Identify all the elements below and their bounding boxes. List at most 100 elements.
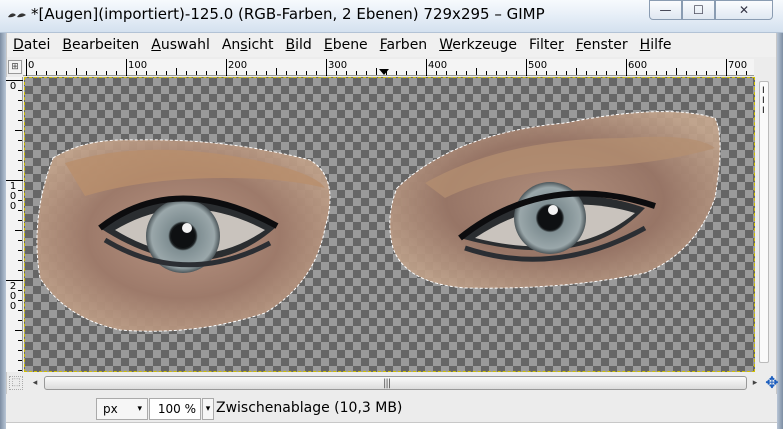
menu-label-post: earbeiten xyxy=(71,37,140,53)
ruler-minor-tick xyxy=(18,150,22,151)
vertical-ruler[interactable]: 0 1 0 0 2 0 0 xyxy=(6,77,23,372)
ruler-minor-tick xyxy=(436,71,437,75)
navigate-button[interactable]: ✥ xyxy=(763,374,781,392)
ruler-label-v: 1 0 0 xyxy=(9,181,17,212)
ruler-minor-tick xyxy=(656,71,657,75)
ruler-minor-tick xyxy=(246,71,247,75)
ruler-minor-tick xyxy=(336,71,337,75)
vertical-scrollbar[interactable]: I I I xyxy=(756,77,773,372)
menu-label-post: erkzeuge xyxy=(452,37,518,53)
vertical-scroll-thumb[interactable]: I I I xyxy=(759,81,769,363)
menu-label-post: enster xyxy=(583,37,628,53)
ruler-minor-tick xyxy=(466,71,467,75)
ruler-minor-tick xyxy=(18,90,22,91)
ruler-minor-tick xyxy=(316,71,317,75)
ruler-tick xyxy=(326,59,327,76)
ruler-pointer-marker xyxy=(379,69,389,75)
ruler-minor-tick xyxy=(156,71,157,75)
menu-item-ansicht[interactable]: Ansicht xyxy=(222,37,274,53)
ruler-minor-tick xyxy=(586,71,587,75)
ruler-minor-tick xyxy=(346,71,347,75)
scroll-right-button[interactable]: ▸ xyxy=(749,377,761,389)
ruler-label-h: 0 xyxy=(28,60,35,71)
ruler-label-h: 400 xyxy=(428,60,448,71)
menu-accelerator: B xyxy=(285,37,296,53)
menu-item-datei[interactable]: Datei xyxy=(13,37,50,53)
horizontal-ruler[interactable]: 0 100 200 300 400 500 600 700 xyxy=(23,59,754,76)
ruler-minor-tick xyxy=(256,71,257,75)
ruler-minor-tick xyxy=(18,220,22,221)
ruler-minor-tick xyxy=(506,71,507,75)
menu-accelerator: F xyxy=(575,37,584,53)
right-eye xyxy=(389,111,721,289)
ruler-minor-tick xyxy=(236,71,237,75)
ruler-minor-tick xyxy=(18,210,22,211)
ruler-minor-tick xyxy=(596,71,597,75)
maximize-button[interactable]: ☐ xyxy=(682,0,715,20)
ruler-label-h: 700 xyxy=(728,60,748,71)
horizontal-scroll-row: ⬚ ◂ ||| ▸ ✥ xyxy=(6,373,779,393)
ruler-tick xyxy=(426,59,427,76)
ruler-minor-tick xyxy=(18,250,22,251)
ruler-minor-tick xyxy=(15,130,22,131)
zoom-dropdown-button[interactable]: ▾ xyxy=(202,398,214,420)
ruler-minor-tick xyxy=(396,71,397,75)
ruler-minor-tick xyxy=(186,71,187,75)
ruler-minor-tick xyxy=(86,71,87,75)
menu-accelerator: H xyxy=(639,37,651,53)
ruler-minor-tick xyxy=(616,71,617,75)
menu-item-bearbeiten[interactable]: Bearbeiten xyxy=(62,37,139,53)
quick-mask-toggle[interactable]: ⬚ xyxy=(9,376,23,390)
ruler-minor-tick xyxy=(15,330,22,331)
minimize-button[interactable]: — xyxy=(649,0,682,20)
ruler-label-h: 200 xyxy=(228,60,248,71)
menu-item-filter[interactable]: Filter xyxy=(529,37,564,53)
ruler-tick xyxy=(726,59,727,76)
quick-mask-icon: ⬚ xyxy=(11,377,21,388)
unit-select[interactable]: px ▾ xyxy=(96,398,148,420)
menu-item-fenster[interactable]: Fenster xyxy=(576,37,628,53)
ruler-minor-tick xyxy=(496,71,497,75)
menu-item-ebene[interactable]: Ebene xyxy=(324,37,368,53)
scroll-right-icon: ▸ xyxy=(752,378,758,388)
minimize-icon: — xyxy=(659,3,672,17)
ruler-minor-tick xyxy=(676,68,677,75)
scroll-left-button[interactable]: ◂ xyxy=(29,377,41,389)
menu-item-hilfe[interactable]: Hilfe xyxy=(640,37,672,53)
menu-item-auswahl[interactable]: Auswahl xyxy=(151,37,210,53)
menu-item-farben[interactable]: Farben xyxy=(380,37,428,53)
zoom-input[interactable]: 100 % xyxy=(149,398,201,420)
ruler-tick xyxy=(126,59,127,76)
ruler-tick xyxy=(626,59,627,76)
ruler-minor-tick xyxy=(76,68,77,75)
ruler-minor-tick xyxy=(146,71,147,75)
ruler-minor-tick xyxy=(46,71,47,75)
ruler-minor-tick xyxy=(736,71,737,75)
left-eye xyxy=(36,139,331,332)
ruler-minor-tick xyxy=(18,360,22,361)
ruler-minor-tick xyxy=(706,71,707,75)
scroll-left-icon: ◂ xyxy=(32,378,38,388)
ruler-minor-tick xyxy=(576,68,577,75)
ruler-minor-tick xyxy=(486,71,487,75)
menu-accelerator: W xyxy=(439,37,453,53)
ruler-minor-tick xyxy=(18,290,22,291)
menu-item-werkzeuge[interactable]: Werkzeuge xyxy=(439,37,517,53)
ruler-minor-tick xyxy=(416,71,417,75)
menu-label-post: icht xyxy=(247,37,274,53)
menu-label-post: uswahl xyxy=(160,37,210,53)
menu-label-pre: Filte xyxy=(529,37,558,53)
unit-value: px xyxy=(103,402,118,416)
ruler-minor-tick xyxy=(18,240,22,241)
menu-item-bild[interactable]: Bild xyxy=(286,37,312,53)
ruler-minor-tick xyxy=(18,310,22,311)
close-button[interactable]: ✕ xyxy=(715,0,773,20)
ruler-minor-tick xyxy=(646,71,647,75)
window-border-right xyxy=(777,33,783,429)
ruler-minor-tick xyxy=(356,71,357,75)
image-canvas[interactable] xyxy=(24,77,755,372)
horizontal-scroll-thumb[interactable]: ||| xyxy=(44,376,747,390)
ruler-label-v: 0 xyxy=(9,81,17,92)
menu-corner-button[interactable]: ⊞ xyxy=(8,60,22,74)
ruler-minor-tick xyxy=(106,71,107,75)
